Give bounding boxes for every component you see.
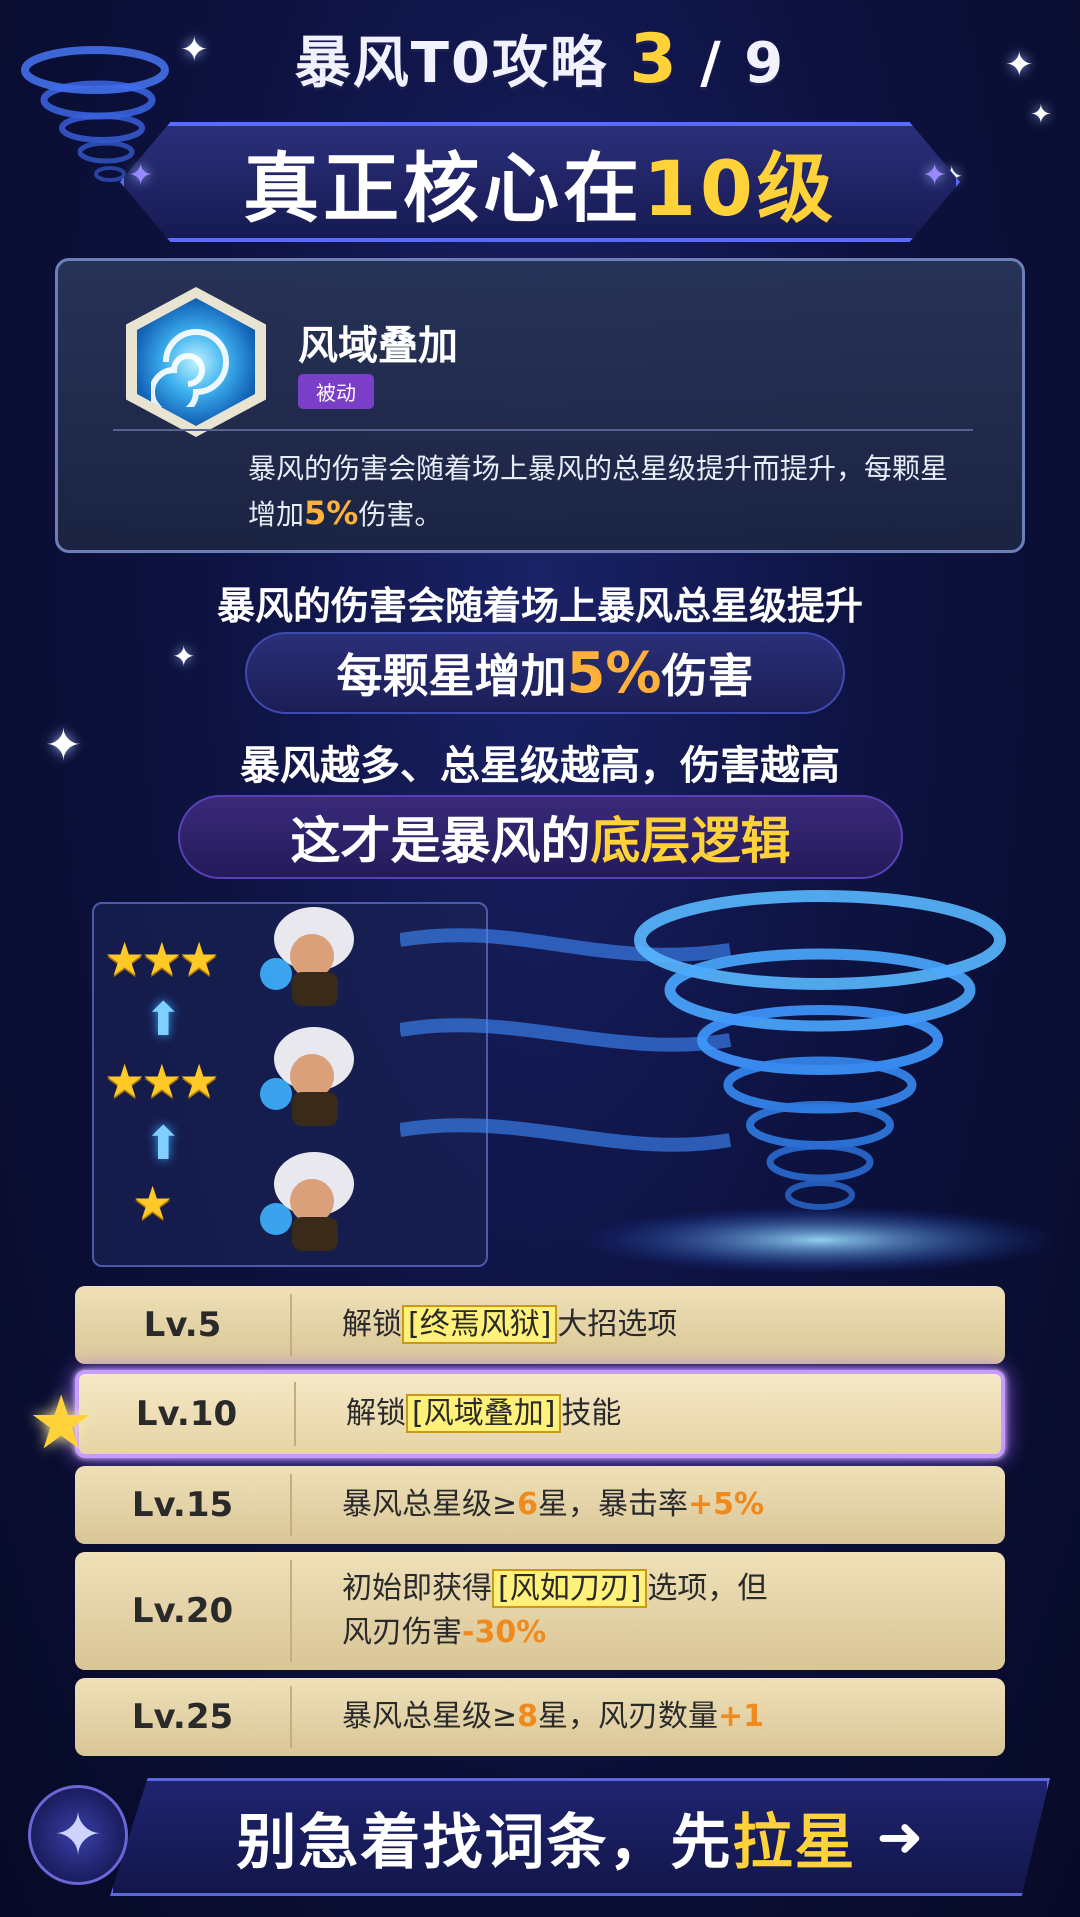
level-label: Lv.5 [143, 1305, 222, 1345]
explain-pill-2: 这才是暴风的 底层逻辑 [178, 795, 903, 879]
skill-vortex-icon [126, 287, 266, 437]
level-desc-pre: 解锁 [342, 1307, 402, 1342]
page-sep: / [700, 31, 723, 96]
level-desc: 解锁 [风域叠加] 技能 [296, 1392, 621, 1436]
tornado-illustration [400, 890, 1060, 1274]
pill1-percent: 5% [566, 640, 662, 706]
explain-pill-1: 每颗星增加 5% 伤害 [245, 632, 845, 714]
right-arrow-icon[interactable]: ➜ [877, 1805, 924, 1870]
page-current: 3 [629, 20, 679, 99]
skill-passive-tag: 被动 [298, 374, 374, 409]
series-title: 暴风T0攻略 3 / 9 [0, 18, 1080, 99]
footer-text: 别急着找词条，先拉星 [237, 1794, 857, 1881]
star-icon: ★ [28, 1380, 95, 1466]
level-desc-post: 技能 [561, 1396, 622, 1431]
compass-star-icon: ✦ [28, 1785, 128, 1885]
level-desc-pre: 初始即获得 [342, 1571, 492, 1606]
level-label: Lv.25 [131, 1697, 234, 1737]
title-banner: 真正核心在10级 [120, 122, 960, 242]
level-desc: 解锁 [终焉风狱] 大招选项 [292, 1303, 677, 1347]
explain-line-2: 暴风越多、总星级越高，伤害越高 [240, 743, 840, 789]
level-desc-c: 星，风刃数量 [538, 1699, 719, 1734]
level-desc-b: 8 [517, 1699, 539, 1734]
level-desc: 暴风总星级≥6星，暴击率+5% [292, 1483, 764, 1527]
skill-card: 风域叠加 被动 暴风的伤害会随着场上暴风的总星级提升而提升，每颗星增加5%伤害。 [55, 258, 1025, 553]
level-desc-d: +1 [718, 1699, 765, 1734]
title-highlight: 10级 [643, 144, 837, 233]
level-label: Lv.20 [131, 1591, 234, 1631]
sparkle-icon: ✦ [128, 158, 154, 193]
level-keyword: [风域叠加] [406, 1394, 562, 1433]
page-total: 9 [744, 31, 786, 96]
level-desc-a: 暴风总星级≥ [342, 1487, 518, 1522]
up-arrow-icon: ⬆ [144, 1116, 183, 1170]
page-title: 真正核心在10级 [243, 127, 837, 237]
level-label: Lv.10 [135, 1394, 238, 1434]
level-desc-b: 6 [517, 1487, 539, 1522]
level-desc-line2-value: -30% [462, 1615, 547, 1650]
level-desc: 初始即获得 [风如刀刃] 选项，但 风刃伤害-30% [292, 1567, 767, 1655]
level-desc: 暴风总星级≥8星，风刃数量+1 [292, 1695, 764, 1739]
footer-text-pre: 别急着找词条，先 [236, 1807, 733, 1878]
skill-name: 风域叠加 [298, 323, 458, 369]
explain-line-1: 暴风的伤害会随着场上暴风总星级提升 [216, 584, 863, 628]
hero-avatar [260, 1152, 354, 1251]
skill-description: 暴风的伤害会随着场上暴风的总星级提升而提升，每颗星增加5%伤害。 [248, 447, 948, 537]
level-desc-a: 暴风总星级≥ [342, 1699, 518, 1734]
footer-cta-banner[interactable]: 别急着找词条，先拉星 ➜ [110, 1778, 1050, 1896]
star-icon: ★ [132, 1176, 173, 1230]
level-desc-c: 星，暴击率 [538, 1487, 689, 1522]
footer-text-highlight: 拉星 [732, 1807, 857, 1878]
level-row-15: Lv.15 暴风总星级≥6星，暴击率+5% [75, 1466, 1005, 1544]
level-keyword: [终焉风狱] [402, 1305, 558, 1344]
level-row-25: Lv.25 暴风总星级≥8星，风刃数量+1 [75, 1678, 1005, 1756]
level-row-10: Lv.10 解锁 [风域叠加] 技能 [75, 1370, 1005, 1458]
hero-avatar [260, 1027, 354, 1126]
pill1-post: 伤害 [661, 649, 754, 703]
page-header: 暴风T0攻略 3 / 9 [0, 18, 1080, 99]
sparkle-icon: ✦ [1030, 100, 1052, 130]
level-label: Lv.15 [131, 1485, 234, 1525]
level-keyword: [风如刀刃] [492, 1569, 648, 1608]
pill1-pre: 每颗星增加 [336, 649, 567, 703]
level-desc-d: +5% [688, 1487, 765, 1522]
sparkle-icon: ✦ [922, 158, 948, 193]
star-icon: ★★★ [104, 932, 220, 986]
pill2-highlight: 底层逻辑 [590, 812, 791, 870]
level-row-5: Lv.5 解锁 [终焉风狱] 大招选项 [75, 1286, 1005, 1364]
hero-avatar [260, 907, 354, 1006]
series-title-text: 暴风T0攻略 [294, 31, 608, 96]
skill-divider [113, 429, 973, 431]
sparkle-icon: ✦ [172, 640, 196, 673]
level-desc-pre: 解锁 [346, 1396, 406, 1431]
star-icon: ★★★ [104, 1054, 220, 1108]
skill-desc-tail: 伤害。 [358, 498, 443, 531]
level-row-20: Lv.20 初始即获得 [风如刀刃] 选项，但 风刃伤害-30% [75, 1552, 1005, 1670]
level-desc-post: 选项，但 [647, 1571, 768, 1606]
title-main: 真正核心在 [243, 144, 644, 233]
up-arrow-icon: ⬆ [144, 992, 183, 1046]
level-desc-line2: 风刃伤害 [342, 1615, 462, 1650]
level-desc-post: 大招选项 [557, 1307, 678, 1342]
skill-desc-percent: 5% [304, 494, 359, 532]
pill2-pre: 这才是暴风的 [290, 812, 591, 870]
